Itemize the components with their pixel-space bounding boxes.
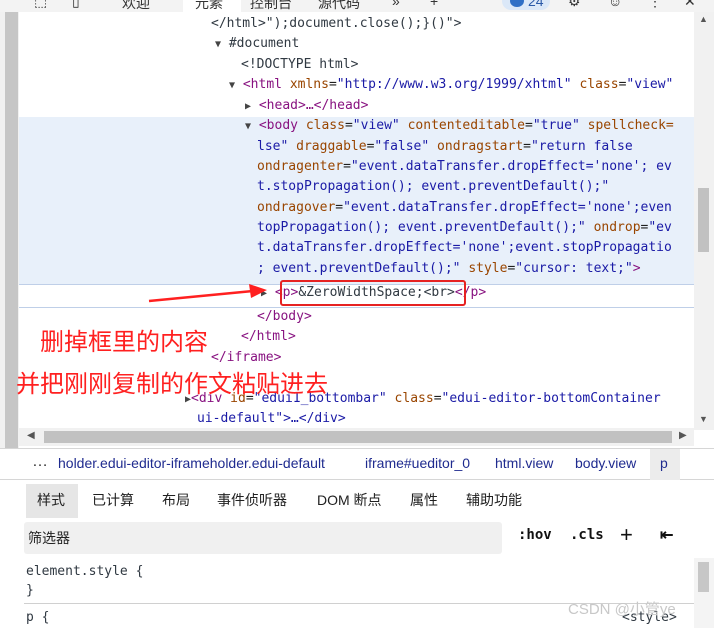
tab-computed[interactable]: 已计算 [92, 490, 134, 510]
filter-toolbar: 筛选器 :hov .cls + ⇤ [0, 518, 714, 559]
toggle-sidebar-icon[interactable]: ⇤ [660, 525, 673, 545]
inspect-icon[interactable]: ⬚ [34, 0, 47, 10]
dom-line-div-2: ui-default">…</div> [197, 411, 346, 426]
device-toggle-icon[interactable]: ▯ [72, 0, 80, 10]
element-style-selector[interactable]: element.style { [26, 564, 143, 579]
styles-tabs: 样式 已计算 布局 事件侦听器 DOM 断点 属性 辅助功能 [0, 480, 714, 518]
breadcrumb-item-iframe[interactable]: iframe#ueditor_0 [365, 455, 470, 471]
dom-line-body[interactable]: ▼ <body class="view" contenteditable="tr… [245, 116, 674, 136]
dom-line-doctype[interactable]: <!DOCTYPE html> [241, 55, 358, 75]
tab-properties[interactable]: 属性 [410, 490, 438, 510]
horizontal-scrollbar[interactable]: ◀ ▶ [19, 428, 694, 446]
add-tab-button[interactable]: + [430, 0, 438, 9]
dom-line-body-8: ; event.preventDefault();" style="cursor… [257, 261, 641, 276]
dom-line-head[interactable]: ▶ <head>…</head> [245, 96, 368, 116]
tab-accessibility[interactable]: 辅助功能 [466, 490, 522, 510]
annotation-line-2: 并把刚刚复制的作文粘贴进去 [16, 371, 328, 398]
hov-button[interactable]: :hov [518, 527, 552, 543]
expand-down-icon[interactable]: ▼ [229, 80, 235, 91]
breadcrumb-item-p[interactable]: p [660, 455, 668, 471]
expand-right-icon[interactable]: ▶ [245, 101, 251, 112]
breadcrumb-item-iframeholder[interactable]: holder.edui-editor-iframeholder.edui-def… [58, 455, 325, 471]
dom-line-body-5: ondragover="event.dataTransfer.dropEffec… [257, 200, 672, 215]
gear-icon[interactable]: ⚙ [568, 0, 581, 10]
arrow-icon [148, 284, 267, 303]
watermark: CSDN @小管ye [568, 601, 676, 618]
breadcrumb-more-icon[interactable]: … [32, 453, 49, 471]
dom-line-body-6: topPropagation(); event.preventDefault()… [257, 220, 672, 235]
dom-line-body-close[interactable]: </body> [257, 307, 312, 327]
rules-scroll-thumb[interactable] [698, 562, 709, 592]
add-rule-button[interactable]: + [620, 522, 633, 548]
profile-icon[interactable]: ☺ [608, 0, 622, 9]
dom-line-body-7: t.dataTransfer.dropEffect='none';event.s… [257, 240, 672, 255]
dom-line-body-2: lse" draggable="false" ondragstart="retu… [257, 139, 633, 154]
highlight-box [280, 280, 466, 306]
dom-line-html[interactable]: ▼ <html xmlns="http://www.w3.org/1999/xh… [229, 75, 673, 95]
annotation-line-1: 删掉框里的内容 [40, 329, 208, 356]
expand-down-icon[interactable]: ▼ [245, 121, 251, 132]
tab-event-listeners[interactable]: 事件侦听器 [217, 490, 287, 510]
rules-scrollbar[interactable] [694, 558, 714, 628]
p-rule-selector[interactable]: p { [26, 610, 49, 625]
tab-sources[interactable]: 源代码 [318, 0, 360, 12]
breadcrumb-item-body[interactable]: body.view [575, 455, 636, 471]
cls-button[interactable]: .cls [570, 527, 604, 543]
dom-line-body-4: t.stopPropagation(); event.preventDefaul… [257, 179, 610, 194]
breadcrumb-item-html[interactable]: html.view [495, 455, 553, 471]
dom-line-html-close-tag[interactable]: </html> [241, 327, 296, 347]
close-icon[interactable]: ✕ [684, 0, 696, 10]
tab-styles[interactable]: 样式 [37, 490, 65, 510]
scroll-up-icon[interactable]: ▲ [699, 14, 708, 24]
vertical-scroll-thumb[interactable] [698, 188, 709, 252]
filter-input[interactable]: 筛选器 [24, 522, 502, 554]
tab-welcome[interactable]: 欢迎 [122, 0, 150, 12]
tab-dom-breakpoints[interactable]: DOM 断点 [317, 490, 382, 510]
scroll-down-icon[interactable]: ▼ [699, 414, 708, 424]
devtools-toolbar: ⬚ ▯ 欢迎 元素 控制台 源代码 » + 24 ⚙ ☺ ⋮ ✕ [0, 0, 714, 12]
more-tabs-icon[interactable]: » [392, 0, 400, 9]
issues-count: 24 [528, 0, 544, 9]
scroll-left-icon[interactable]: ◀ [27, 430, 35, 441]
tab-elements[interactable]: 元素 [195, 0, 223, 12]
scroll-right-icon[interactable]: ▶ [679, 430, 687, 441]
breadcrumb: … holder.edui-editor-iframeholder.edui-d… [0, 448, 714, 480]
dom-line-html-close: </html>");document.close();}()"> [211, 16, 462, 31]
tab-layout[interactable]: 布局 [162, 490, 190, 510]
expand-down-icon[interactable]: ▼ [215, 39, 221, 50]
more-menu-icon[interactable]: ⋮ [648, 0, 662, 10]
vertical-scrollbar[interactable]: ▲ ▼ [694, 12, 714, 430]
dom-line-body-3: ondragenter="event.dataTransfer.dropEffe… [257, 159, 672, 174]
element-style-close: } [26, 583, 34, 598]
horizontal-scroll-thumb[interactable] [44, 431, 672, 443]
dom-line-document[interactable]: ▼ #document [215, 34, 299, 54]
tab-console[interactable]: 控制台 [250, 0, 292, 12]
